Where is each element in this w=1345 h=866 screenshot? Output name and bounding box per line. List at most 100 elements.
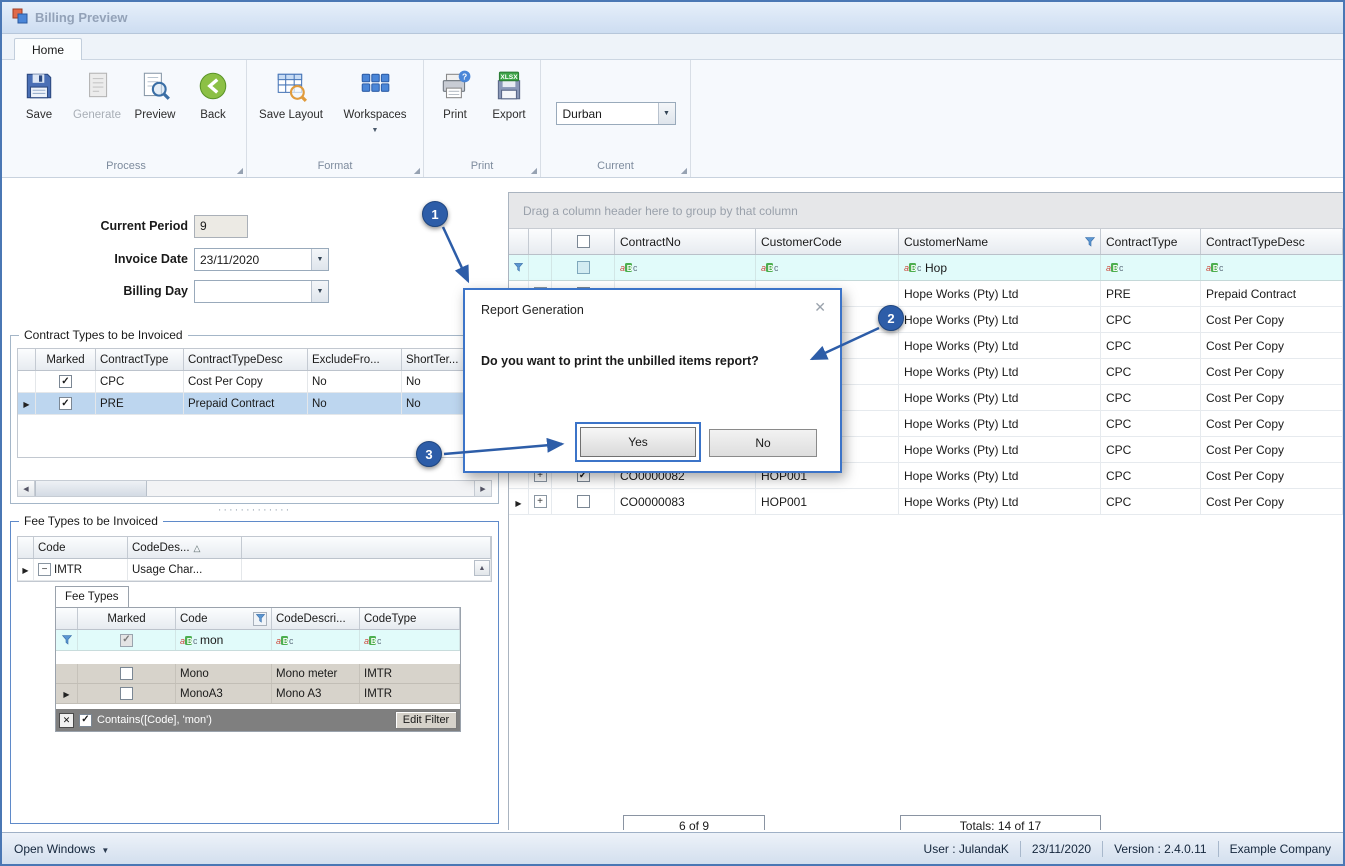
- table-row-selected[interactable]: PRE Prepaid Contract No No: [18, 393, 491, 415]
- save-layout-button[interactable]: Save Layout: [251, 64, 331, 121]
- workspaces-button[interactable]: Workspaces: [331, 64, 419, 135]
- column-header-contracttype[interactable]: ContractType: [96, 349, 184, 370]
- fee-detail-tab[interactable]: Fee Types: [55, 586, 129, 607]
- chevron-down-icon[interactable]: [657, 103, 675, 124]
- status-version: Version : 2.4.0.11: [1114, 841, 1207, 856]
- status-info: User : JulandaK 23/11/2020 Version : 2.4…: [924, 840, 1331, 857]
- billing-day-combobox[interactable]: [194, 280, 329, 303]
- close-filter-icon[interactable]: [59, 712, 74, 728]
- edit-filter-button[interactable]: Edit Filter: [395, 711, 457, 729]
- column-header-marked[interactable]: Marked: [36, 349, 96, 370]
- scroll-up-icon[interactable]: [474, 560, 490, 576]
- app-icon: [12, 8, 28, 27]
- marked-filter-checkbox[interactable]: [78, 630, 176, 650]
- column-header-excludefrom[interactable]: ExcludeFro...: [308, 349, 402, 370]
- table-row[interactable]: Mono Mono meter IMTR: [56, 664, 460, 684]
- column-header-contracttypedesc[interactable]: ContractTypeDesc: [1201, 229, 1343, 254]
- marked-checkbox[interactable]: [552, 489, 615, 514]
- horizontal-scrollbar[interactable]: ◀ ▶: [17, 480, 492, 497]
- column-header-codedesc[interactable]: CodeDescri...: [272, 608, 360, 629]
- svg-text:B: B: [627, 264, 633, 273]
- group-by-panel[interactable]: Drag a column header here to group by th…: [509, 193, 1343, 229]
- column-header-code[interactable]: Code: [34, 537, 128, 558]
- marked-checkbox[interactable]: [36, 371, 96, 392]
- fee-detail-grid: Marked Code CodeDescri... CodeType aBc m: [55, 607, 461, 732]
- desc-filter-cell[interactable]: aBc: [272, 630, 360, 650]
- column-header-code[interactable]: Code: [176, 608, 272, 629]
- column-header-contracttype[interactable]: ContractType: [1101, 229, 1201, 254]
- column-header-codedesc[interactable]: CodeDes...: [128, 537, 242, 558]
- column-header-contracttypedesc[interactable]: ContractTypeDesc: [184, 349, 308, 370]
- marked-column-header[interactable]: [552, 229, 615, 254]
- column-header-customercode[interactable]: CustomerCode: [756, 229, 899, 254]
- scroll-right-icon[interactable]: ▶: [474, 481, 491, 496]
- close-icon[interactable]: [814, 299, 826, 316]
- open-windows-menu[interactable]: Open Windows: [14, 842, 109, 856]
- column-header-codetype[interactable]: CodeType: [360, 608, 460, 629]
- column-header-marked[interactable]: Marked: [78, 608, 176, 629]
- yes-button[interactable]: Yes: [580, 427, 696, 457]
- generate-button: Generate: [68, 64, 126, 121]
- cell-contract-type: CPC: [1101, 411, 1201, 436]
- save-button[interactable]: Save: [10, 64, 68, 121]
- ribbon-group-process: Save Generate Preview Back Process ◢: [6, 60, 247, 177]
- ribbon-tab-strip: Home: [2, 34, 1343, 60]
- filter-enabled-checkbox[interactable]: [79, 713, 92, 727]
- filter-funnel-icon[interactable]: [1085, 236, 1095, 247]
- detail-grid-gap: [56, 651, 460, 664]
- current-branch-combobox[interactable]: Durban: [555, 102, 676, 125]
- current-branch-value: Durban: [562, 106, 602, 121]
- ribbon-group-current: Durban Current: [541, 60, 691, 177]
- dialog-launcher-icon[interactable]: [414, 166, 420, 175]
- chevron-down-icon[interactable]: [311, 249, 328, 270]
- app-window: Billing Preview Home Save Generate Previ…: [0, 0, 1345, 866]
- back-button[interactable]: Back: [184, 64, 242, 121]
- contracttypedesc-filter-cell[interactable]: aBc: [1201, 255, 1343, 280]
- scroll-left-icon[interactable]: ◀: [18, 481, 35, 496]
- svg-text:B: B: [1113, 264, 1119, 273]
- dialog-launcher-icon[interactable]: [681, 166, 687, 175]
- auto-filter-row[interactable]: aBc aBc aBc Hop aBc aBc: [509, 255, 1343, 281]
- column-header-contractno[interactable]: ContractNo: [615, 229, 756, 254]
- marked-checkbox[interactable]: [36, 393, 96, 414]
- grid-header-row: ContractNo CustomerCode CustomerName Con…: [509, 229, 1343, 255]
- preview-button[interactable]: Preview: [126, 64, 184, 121]
- customercode-filter-cell[interactable]: aBc: [756, 255, 899, 280]
- invoice-date-combobox[interactable]: 23/11/2020: [194, 248, 329, 271]
- type-filter-cell[interactable]: aBc: [360, 630, 460, 650]
- dialog-launcher-icon[interactable]: [531, 166, 537, 175]
- print-button[interactable]: ? Print: [428, 64, 482, 121]
- column-filter-button[interactable]: [253, 611, 267, 626]
- cell-code: Mono: [176, 664, 272, 683]
- code-filter-cell[interactable]: aBc mon: [176, 630, 272, 650]
- cell-contract-type-desc: Cost Per Copy: [1201, 307, 1343, 332]
- cell-customer-name: Hope Works (Pty) Ltd: [899, 307, 1101, 332]
- fee-detail-filter-row[interactable]: aBc mon aBc aBc: [56, 630, 460, 651]
- contracttype-filter-cell[interactable]: aBc: [1101, 255, 1201, 280]
- dialog-launcher-icon[interactable]: [237, 166, 243, 175]
- no-button[interactable]: No: [709, 429, 817, 457]
- contractno-filter-cell[interactable]: aBc: [615, 255, 756, 280]
- current-period-field[interactable]: 9: [194, 215, 248, 238]
- chevron-down-icon[interactable]: [311, 281, 328, 302]
- fee-master-row[interactable]: IMTR Usage Char...: [18, 559, 491, 581]
- tab-home[interactable]: Home: [14, 38, 83, 60]
- table-row[interactable]: MonoA3 Mono A3 IMTR: [56, 684, 460, 704]
- marked-filter-checkbox[interactable]: [552, 255, 615, 280]
- svg-text:c: c: [774, 263, 778, 273]
- print-label: Print: [443, 109, 467, 121]
- fee-detail-header: Marked Code CodeDescri... CodeType: [56, 608, 460, 630]
- table-row[interactable]: CPC Cost Per Copy No No: [18, 371, 491, 393]
- scrollbar-thumb[interactable]: [35, 481, 147, 496]
- marked-checkbox[interactable]: [78, 664, 176, 683]
- export-button[interactable]: XLSX Export: [482, 64, 536, 121]
- collapse-row-icon[interactable]: [38, 563, 51, 576]
- customername-filter-cell[interactable]: aBc Hop: [899, 255, 1101, 280]
- marked-checkbox[interactable]: [78, 684, 176, 703]
- cell-customer-name: Hope Works (Pty) Ltd: [899, 281, 1101, 306]
- contract-types-groupbox: Contract Types to be Invoiced Marked Con…: [10, 328, 499, 504]
- table-row[interactable]: CO0000083 HOP001 Hope Works (Pty) Ltd CP…: [509, 489, 1343, 515]
- expand-row-icon[interactable]: [529, 489, 552, 514]
- svg-text:a: a: [364, 636, 369, 646]
- column-header-customername[interactable]: CustomerName: [899, 229, 1101, 254]
